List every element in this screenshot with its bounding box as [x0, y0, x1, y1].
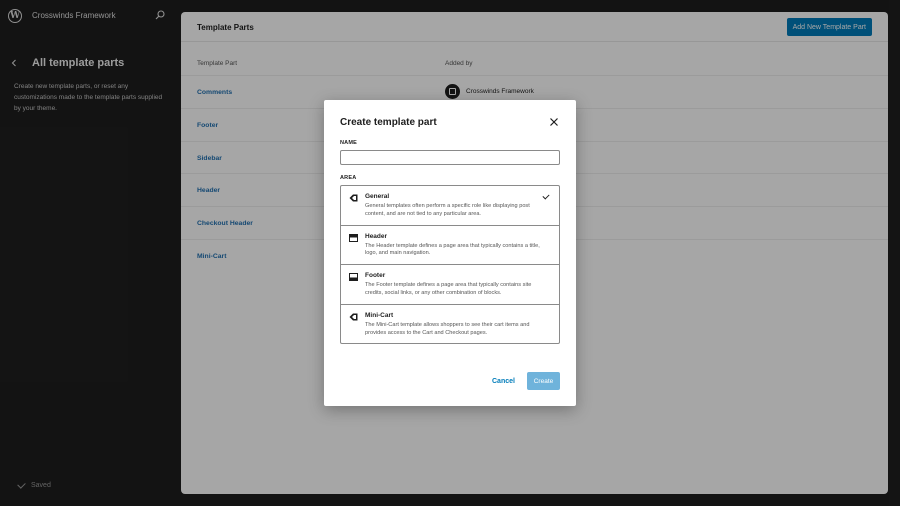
area-description: The Footer template defines a page area …: [365, 282, 532, 296]
area-name: Mini-Cart: [365, 311, 394, 319]
name-input[interactable]: [340, 150, 560, 165]
header-icon: [349, 233, 358, 242]
footer-icon: [349, 273, 358, 282]
area-description: The Mini-Cart template allows shoppers t…: [365, 321, 530, 336]
area-option-footer[interactable]: Footer The Footer template defines a pag…: [341, 264, 559, 304]
dialog-title: Create template part: [340, 117, 437, 128]
area-option-header[interactable]: Header The Header template defines a pag…: [341, 224, 559, 265]
general-icon: [349, 313, 358, 321]
area-option-mini-cart[interactable]: Mini-Cart The Mini-Cart template allows …: [341, 303, 559, 344]
create-template-part-dialog: Create template part NAME AREA General G…: [324, 100, 576, 406]
name-label: NAME: [340, 140, 357, 146]
area-description: General templates often perform a specif…: [365, 203, 530, 217]
area-description: The Header template defines a page area …: [365, 242, 540, 257]
area-name: Footer: [365, 272, 386, 280]
area-label: AREA: [340, 175, 357, 181]
area-name: General: [365, 193, 390, 200]
general-icon: [349, 194, 358, 202]
create-button[interactable]: Create: [527, 372, 560, 390]
close-icon[interactable]: [549, 117, 559, 127]
area-option-general[interactable]: General General templates often perform …: [341, 186, 559, 225]
area-options: General General templates often perform …: [340, 185, 560, 345]
area-name: Header: [365, 232, 388, 240]
cancel-button[interactable]: Cancel: [488, 372, 519, 390]
